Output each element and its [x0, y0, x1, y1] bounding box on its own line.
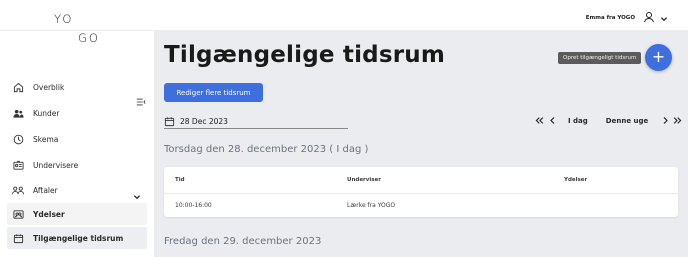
sidebar: Overblik Kunder Skema Undervisere Aftale… — [0, 31, 154, 257]
id-card-icon — [12, 159, 24, 171]
next-week-icon[interactable] — [672, 116, 682, 125]
sidebar-item-label: Ydelser — [33, 209, 65, 219]
column-header-tid: Tid — [175, 177, 185, 183]
logo-line-2: GO — [78, 31, 100, 45]
chevron-down-icon — [660, 8, 668, 27]
sidebar-item-undervisere[interactable]: Undervisere — [7, 154, 147, 176]
create-tooltip: Opret tilgængeligt tidsrum — [558, 52, 642, 64]
user-menu[interactable]: Emma fra YOGO — [586, 8, 668, 27]
calendar-icon — [12, 232, 24, 244]
sidebar-item-label: Overblik — [33, 82, 65, 92]
user-name: Emma fra YOGO — [585, 14, 635, 21]
create-time-slot-button[interactable]: + — [645, 44, 672, 71]
date-picker[interactable]: 28 Dec 2023 — [164, 114, 348, 129]
previous-week-icon[interactable] — [535, 116, 545, 125]
previous-day-icon[interactable] — [549, 116, 556, 125]
sidebar-item-label: Undervisere — [33, 160, 79, 170]
sidebar-item-kunder[interactable]: Kunder — [7, 102, 147, 124]
sidebar-item-label: Tilgængelige tidsrum — [33, 233, 124, 243]
clock-icon — [12, 133, 24, 145]
day-heading: Fredag den 29. december 2023 — [164, 236, 322, 247]
sidebar-item-overblik[interactable]: Overblik — [7, 76, 147, 98]
user-icon — [643, 8, 655, 27]
sidebar-item-ydelser[interactable]: Ydelser — [7, 203, 147, 225]
sidebar-item-aftaler[interactable]: Aftaler — [7, 179, 147, 201]
date-navigation: I dag Denne uge — [535, 116, 682, 125]
sidebar-item-skema[interactable]: Skema — [7, 128, 147, 150]
people-icon — [12, 184, 24, 196]
column-header-underviser: Underviser — [347, 177, 381, 183]
calendar-icon — [164, 112, 175, 131]
sidebar-item-label: Kunder — [33, 108, 60, 118]
page-title: Tilgængelige tidsrum — [164, 42, 446, 68]
services-icon — [12, 208, 24, 220]
cell-underviser: Lærke fra YOGO — [347, 202, 396, 209]
today-button[interactable]: I dag — [568, 117, 588, 125]
date-value: 28 Dec 2023 — [180, 116, 228, 126]
edit-multiple-button[interactable]: Rediger flere tidsrum — [164, 83, 263, 102]
home-icon — [12, 81, 24, 93]
sidebar-item-label: Skema — [33, 134, 59, 144]
sidebar-item-label: Aftaler — [33, 185, 58, 195]
cell-tid: 10:00-16:00 — [175, 202, 212, 209]
column-header-ydelser: Ydelser — [564, 177, 588, 183]
this-week-button[interactable]: Denne uge — [606, 117, 648, 125]
next-day-icon[interactable] — [662, 116, 669, 125]
logo-line-1: YO — [54, 12, 74, 26]
time-slot-table: Tid Underviser Ydelser 10:00-16:00 Lærke… — [164, 167, 678, 217]
main-content: Tilgængelige tidsrum Opret tilgængeligt … — [154, 31, 688, 257]
day-heading: Torsdag den 28. december 2023 ( I dag ) — [164, 144, 369, 155]
yogo-logo[interactable]: YO GO — [54, 12, 104, 48]
row-divider — [164, 193, 678, 194]
sidebar-item-tilgaengelige-tidsrum[interactable]: Tilgængelige tidsrum — [7, 227, 147, 249]
users-icon — [12, 107, 24, 119]
